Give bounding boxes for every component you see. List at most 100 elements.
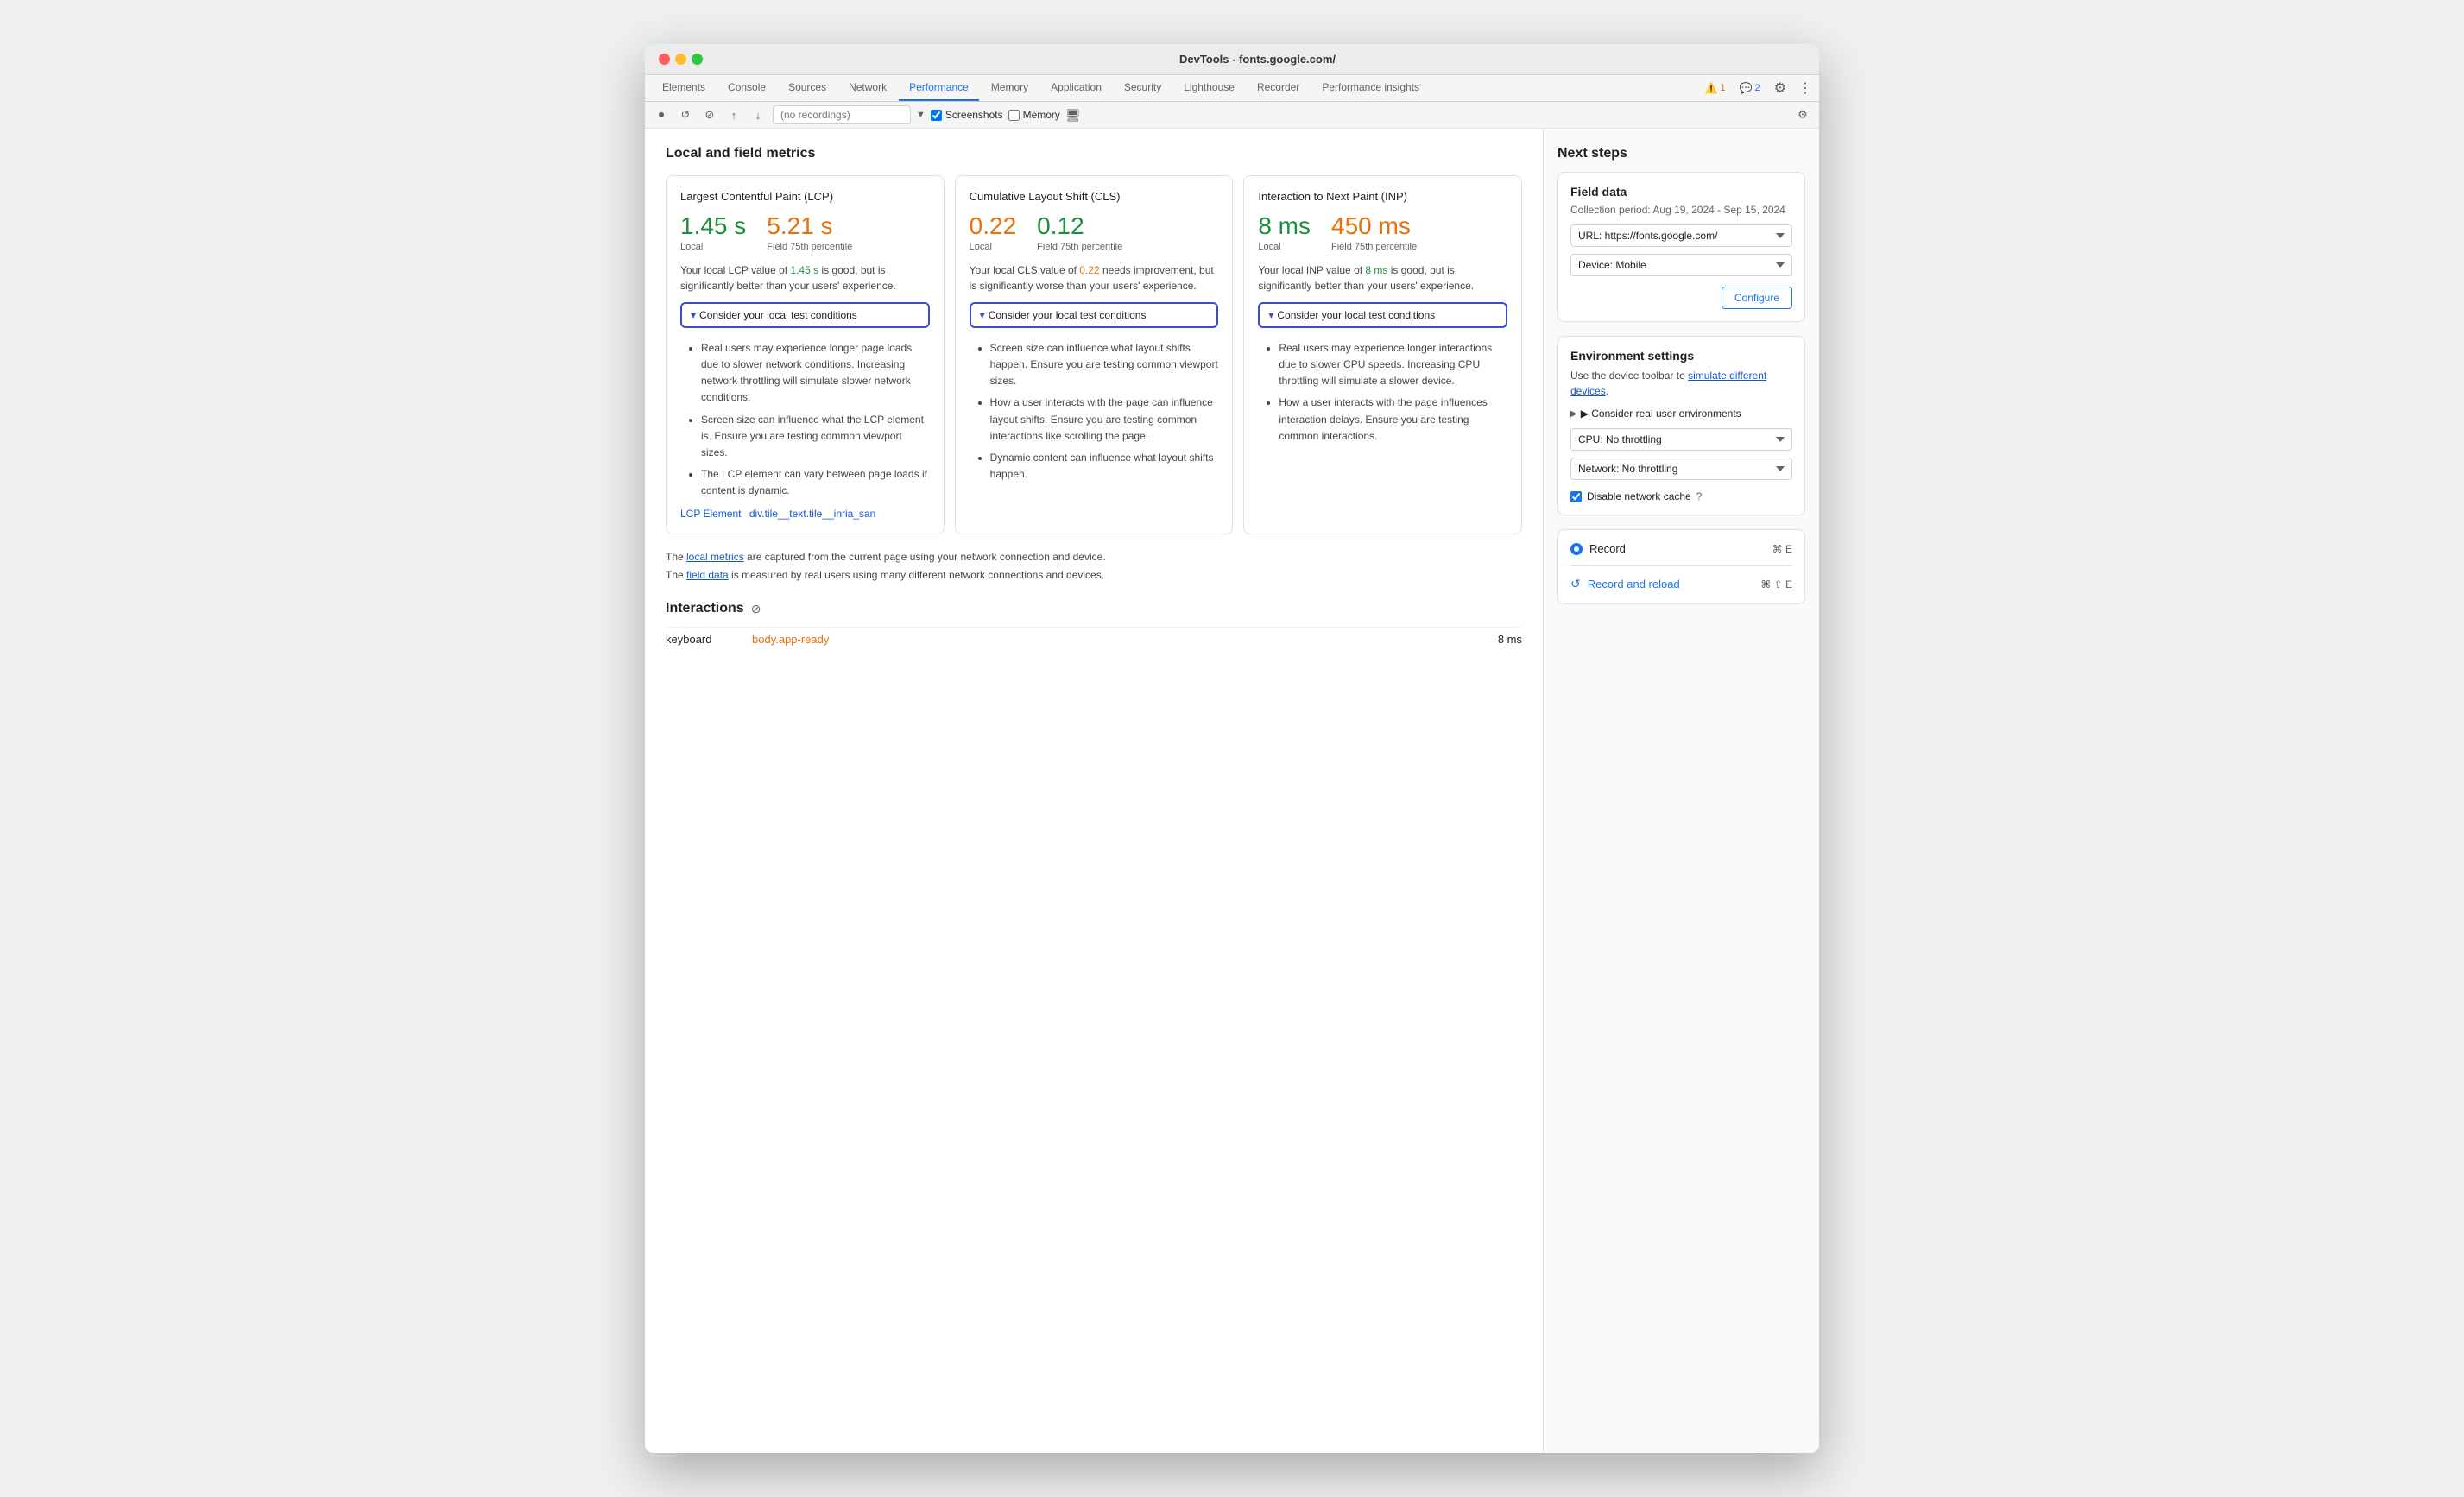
lcp-field-label: Field 75th percentile xyxy=(767,242,852,252)
lcp-consider-section[interactable]: ▾Consider your local test conditions xyxy=(680,302,930,328)
reload-icon: ↺ xyxy=(1570,577,1581,591)
devtools-window: DevTools - fonts.google.com/ Elements Co… xyxy=(645,44,1819,1453)
interaction-name: keyboard xyxy=(666,633,752,646)
env-settings-title: Environment settings xyxy=(1570,349,1792,363)
toolbar-settings-icon[interactable]: ⚙ xyxy=(1793,105,1812,124)
record-label[interactable]: Record xyxy=(1589,542,1626,555)
tab-application[interactable]: Application xyxy=(1040,75,1112,101)
help-icon[interactable]: ? xyxy=(1696,490,1703,502)
recording-select[interactable] xyxy=(773,105,911,124)
tab-console[interactable]: Console xyxy=(717,75,776,101)
interactions-icon: ⊘ xyxy=(751,602,761,616)
settings-icon[interactable]: ⚙ xyxy=(1774,79,1786,97)
cls-condition-2: How a user interacts with the page can i… xyxy=(990,395,1219,445)
upload-button[interactable]: ↑ xyxy=(724,105,743,124)
interaction-time: 8 ms xyxy=(1498,633,1522,646)
field-data-title: Field data xyxy=(1570,185,1792,199)
cls-field: 0.12 Field 75th percentile xyxy=(1037,213,1122,252)
footer-note: The local metrics are captured from the … xyxy=(666,548,1522,584)
recording-dropdown-arrow[interactable]: ▼ xyxy=(916,110,926,120)
tab-lighthouse[interactable]: Lighthouse xyxy=(1173,75,1245,101)
lcp-element: LCP Element div.tile__text.tile__inria_s… xyxy=(680,508,930,520)
tab-elements[interactable]: Elements xyxy=(652,75,716,101)
screenshots-checkbox[interactable] xyxy=(931,110,942,121)
simulate-devices-link[interactable]: simulate different devices xyxy=(1570,370,1766,397)
inp-condition-2: How a user interacts with the page influ… xyxy=(1279,395,1507,445)
lcp-values: 1.45 s Local 5.21 s Field 75th percentil… xyxy=(680,213,930,252)
inp-description: Your local INP value of 8 ms is good, bu… xyxy=(1258,262,1507,294)
main-content: Local and field metrics Largest Contentf… xyxy=(645,129,1819,1453)
lcp-local: 1.45 s Local xyxy=(680,213,746,252)
close-button[interactable] xyxy=(659,54,670,65)
record-reload-row: ↺ Record and reload ⌘ ⇧ E xyxy=(1570,577,1792,591)
inp-condition-1: Real users may experience longer interac… xyxy=(1279,340,1507,390)
tab-performance[interactable]: Performance xyxy=(899,75,979,101)
url-select[interactable]: URL: https://fonts.google.com/ xyxy=(1570,224,1792,247)
tab-bar-actions: ⚠️ 1 💬 2 ⚙ ⋮ xyxy=(1705,79,1813,97)
local-metrics-link[interactable]: local metrics xyxy=(686,551,744,563)
tab-recorder[interactable]: Recorder xyxy=(1247,75,1310,101)
tab-sources[interactable]: Sources xyxy=(778,75,837,101)
record-reload-left: ↺ Record and reload xyxy=(1570,577,1680,591)
interactions-title: Interactions xyxy=(666,601,744,616)
download-button[interactable]: ↓ xyxy=(749,105,768,124)
clear-button[interactable]: ⊘ xyxy=(700,105,719,124)
lcp-condition-1: Real users may experience longer page lo… xyxy=(701,340,930,407)
warning-icon: ⚠️ xyxy=(1705,82,1718,94)
cpu-select[interactable]: CPU: No throttling xyxy=(1570,428,1792,451)
footer-line-1: The local metrics are captured from the … xyxy=(666,548,1522,565)
tab-security[interactable]: Security xyxy=(1114,75,1172,101)
tab-memory[interactable]: Memory xyxy=(981,75,1039,101)
inp-highlight: 8 ms xyxy=(1365,264,1387,276)
cls-condition-3: Dynamic content can influence what layou… xyxy=(990,450,1219,483)
lcp-title: Largest Contentful Paint (LCP) xyxy=(680,190,930,203)
disable-cache-label: Disable network cache xyxy=(1587,490,1691,502)
cls-consider-section[interactable]: ▾Consider your local test conditions xyxy=(970,302,1219,328)
lcp-condition-3: The LCP element can vary between page lo… xyxy=(701,466,930,499)
cls-local-label: Local xyxy=(970,242,1017,252)
device-select[interactable]: Device: Mobile xyxy=(1570,254,1792,276)
env-settings-desc: Use the device toolbar to simulate diffe… xyxy=(1570,368,1792,399)
title-bar: DevTools - fonts.google.com/ xyxy=(645,44,1819,75)
lcp-consider-triangle: ▾ xyxy=(691,309,696,321)
record-circle-icon xyxy=(1570,543,1583,555)
lcp-highlight: 1.45 s xyxy=(790,264,818,276)
interaction-target[interactable]: body.app-ready xyxy=(752,633,1498,646)
lcp-card: Largest Contentful Paint (LCP) 1.45 s Lo… xyxy=(666,175,945,534)
tab-network[interactable]: Network xyxy=(838,75,897,101)
disable-cache-checkbox[interactable] xyxy=(1570,491,1582,502)
consider-real-toggle[interactable]: ▶ ▶ Consider real user environments xyxy=(1570,407,1792,420)
field-data-link[interactable]: field data xyxy=(686,569,729,581)
message-count: 2 xyxy=(1755,83,1760,93)
inp-values: 8 ms Local 450 ms Field 75th percentile xyxy=(1258,213,1507,252)
cls-consider-label: Consider your local test conditions xyxy=(989,309,1147,321)
minimize-button[interactable] xyxy=(675,54,686,65)
tab-performance-insights[interactable]: Performance insights xyxy=(1311,75,1430,101)
configure-button[interactable]: Configure xyxy=(1722,287,1792,309)
record-section: Record ⌘ E ↺ Record and reload ⌘ ⇧ E xyxy=(1557,529,1805,604)
cls-field-value: 0.12 xyxy=(1037,213,1122,240)
interactions-section: Interactions ⊘ keyboard body.app-ready 8… xyxy=(666,601,1522,651)
record-button[interactable]: ⏺ xyxy=(652,105,671,124)
more-icon[interactable]: ⋮ xyxy=(1798,79,1812,97)
lcp-element-label: LCP Element xyxy=(680,508,741,520)
cls-description: Your local CLS value of 0.22 needs impro… xyxy=(970,262,1219,294)
field-data-period: Collection period: Aug 19, 2024 - Sep 15… xyxy=(1570,204,1792,216)
lcp-element-value[interactable]: div.tile__text.tile__inria_san xyxy=(749,508,876,520)
record-circle-inner xyxy=(1574,546,1579,552)
table-row: keyboard body.app-ready 8 ms xyxy=(666,627,1522,651)
cls-title: Cumulative Layout Shift (CLS) xyxy=(970,190,1219,203)
footer-line-2: The field data is measured by real users… xyxy=(666,566,1522,584)
inp-card: Interaction to Next Paint (INP) 8 ms Loc… xyxy=(1243,175,1522,534)
right-panel: Next steps Field data Collection period:… xyxy=(1543,129,1819,1453)
lcp-conditions: Real users may experience longer page lo… xyxy=(680,335,930,500)
inp-consider-label: Consider your local test conditions xyxy=(1277,309,1435,321)
refresh-button[interactable]: ↺ xyxy=(676,105,695,124)
memory-checkbox[interactable] xyxy=(1008,110,1020,121)
inp-consider-section[interactable]: ▾Consider your local test conditions xyxy=(1258,302,1507,328)
network-select[interactable]: Network: No throttling xyxy=(1570,458,1792,480)
inp-local: 8 ms Local xyxy=(1258,213,1311,252)
inp-field-value: 450 ms xyxy=(1331,213,1417,240)
record-reload-label[interactable]: Record and reload xyxy=(1588,578,1680,591)
fullscreen-button[interactable] xyxy=(692,54,703,65)
